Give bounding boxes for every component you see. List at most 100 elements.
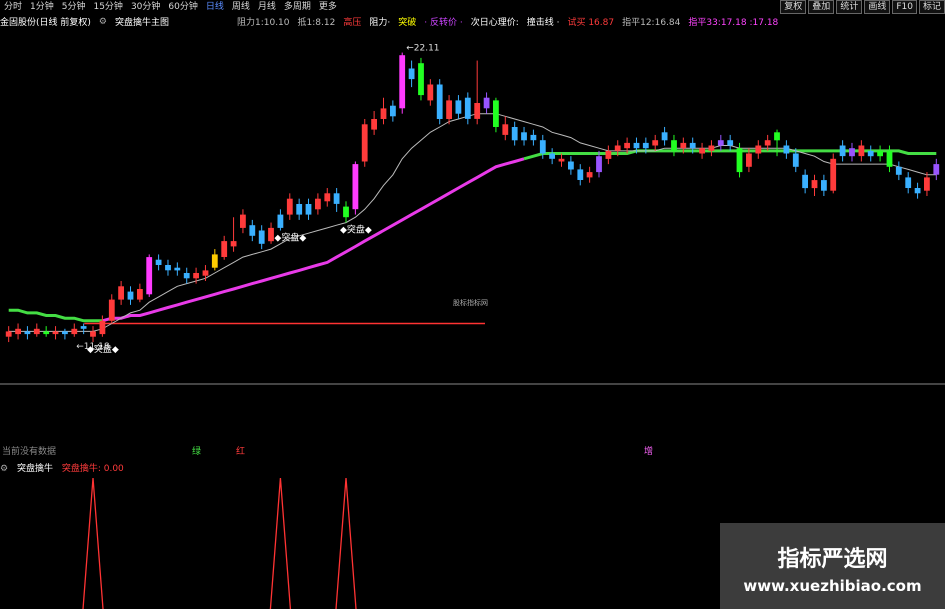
- period-tab[interactable]: 60分钟: [164, 0, 201, 14]
- toolbar-button[interactable]: 统计: [836, 0, 863, 14]
- candle-body: [333, 193, 340, 204]
- candle-body: [577, 169, 584, 180]
- candle-body: [886, 150, 893, 167]
- candle-body: [642, 142, 649, 149]
- toolbar-button[interactable]: 画线: [864, 0, 891, 14]
- candle-body: [558, 158, 565, 162]
- period-tab[interactable]: 周线: [228, 0, 254, 14]
- candle-body: [390, 105, 396, 117]
- candle-body: [736, 148, 743, 173]
- candle-body: [240, 214, 246, 228]
- toolbar-button[interactable]: 复权: [780, 0, 807, 14]
- candle-body: [905, 177, 912, 188]
- chart-header: 金固股份(日线 前复权) ⚙ 突盘擒牛主图 阻力1:10.10 抵1:8.12 高压…: [0, 15, 945, 29]
- candle-body: [99, 320, 106, 335]
- candle-body: [895, 166, 902, 175]
- candle-body: [483, 97, 490, 109]
- candle-body: [165, 265, 171, 271]
- candle-body: [202, 270, 209, 276]
- candle-body: [867, 150, 874, 157]
- candle-body: [80, 326, 87, 329]
- tupan-label: ◆突盘◆: [87, 343, 119, 355]
- candle-body: [746, 153, 752, 167]
- toolbar-button[interactable]: 叠加: [808, 0, 835, 14]
- candle-body: [343, 206, 349, 218]
- main-candlestick-chart[interactable]: ←22.11←11.18◆突盘◆◆突盘◆◆突盘◆: [0, 28, 945, 440]
- status-left-text: 当前没有数据: [2, 447, 57, 457]
- candle-body: [174, 267, 181, 271]
- candle-body: [802, 174, 808, 189]
- period-tab[interactable]: 15分钟: [89, 0, 126, 14]
- indicator-value: 突破: [398, 18, 417, 28]
- candle-body: [830, 158, 837, 191]
- stock-title: 金固股份(日线 前复权): [0, 18, 91, 28]
- candle-body: [821, 180, 827, 191]
- indicator-value: 指平12:16.84: [622, 18, 681, 28]
- candle-body: [839, 145, 846, 157]
- candle-body: [427, 84, 434, 101]
- candle-body: [539, 140, 546, 154]
- period-tab[interactable]: 更多: [315, 0, 341, 14]
- tool-buttons: 复权 叠加 统计 画线 F10 标记: [780, 0, 945, 14]
- period-list: 分时 1分钟 5分钟 15分钟 30分钟 60分钟 日线 周线 月线 多周期 更多: [0, 0, 341, 14]
- period-tab[interactable]: 5分钟: [58, 0, 90, 14]
- candle-body: [277, 214, 284, 228]
- gear-icon[interactable]: ⚙: [99, 17, 107, 27]
- candle-body: [455, 100, 462, 114]
- candle-body: [15, 328, 21, 335]
- indicator-value: 指平33:17.18 :17.18: [688, 18, 779, 28]
- candle-body: [933, 164, 940, 175]
- candle-body: [399, 55, 406, 109]
- indicator-value: 次日心理价:: [470, 18, 519, 28]
- period-tab[interactable]: 多周期: [280, 0, 315, 14]
- candle-body: [408, 68, 415, 80]
- candle-body: [146, 257, 153, 295]
- candle-body: [464, 97, 471, 119]
- period-tab[interactable]: 月线: [254, 0, 280, 14]
- candle-body: [249, 225, 256, 236]
- candle-body: [783, 145, 790, 154]
- indicator-value: 抵1:8.12: [297, 18, 336, 28]
- candle-body: [155, 259, 162, 265]
- candle-body: [90, 331, 96, 337]
- indicator-name[interactable]: 突盘擒牛主图: [115, 15, 169, 28]
- candle-body: [305, 204, 312, 215]
- candle-body: [183, 273, 190, 279]
- candle-body: [877, 150, 883, 157]
- candle-body: [605, 150, 612, 159]
- period-tab[interactable]: 1分钟: [26, 0, 58, 14]
- watermark-url: www.xuezhibiao.com: [743, 577, 922, 595]
- candle-body: [755, 145, 762, 154]
- toolbar-button[interactable]: 标记: [918, 0, 945, 14]
- period-tab[interactable]: 日线: [202, 0, 228, 14]
- toolbar-button[interactable]: F10: [892, 0, 917, 14]
- spike-line: [269, 477, 292, 609]
- candle-body: [43, 331, 50, 335]
- indicator-value: 阻力·: [369, 18, 391, 28]
- status-right-text: 增: [644, 447, 654, 457]
- period-toolbar: 分时 1分钟 5分钟 15分钟 30分钟 60分钟 日线 周线 月线 多周期 更多 复权 叠加 统计 画线…: [0, 0, 945, 14]
- center-watermark-text: 股标指标网: [453, 299, 488, 307]
- candle-body: [361, 124, 368, 162]
- candle-body: [446, 100, 452, 119]
- candle-body: [324, 193, 331, 202]
- candle-body: [52, 331, 59, 335]
- period-tab[interactable]: 30分钟: [127, 0, 164, 14]
- candle-body: [71, 328, 78, 335]
- candle-body: [193, 273, 199, 279]
- candle-body: [586, 172, 593, 178]
- candle-body: [493, 100, 499, 127]
- candle-body: [137, 289, 143, 300]
- period-tab[interactable]: 分时: [0, 0, 26, 14]
- candle-body: [33, 328, 40, 335]
- candle-body: [689, 142, 696, 149]
- candle-body: [708, 145, 715, 151]
- candle-body: [699, 148, 705, 154]
- candle-body: [596, 156, 602, 173]
- ma-long-line: [102, 157, 525, 323]
- candle-body: [352, 164, 359, 210]
- candle-body: [764, 140, 771, 146]
- indicator-value: 高压: [343, 18, 362, 28]
- status-green-label: 绿: [192, 447, 202, 457]
- candle-body: [530, 134, 537, 141]
